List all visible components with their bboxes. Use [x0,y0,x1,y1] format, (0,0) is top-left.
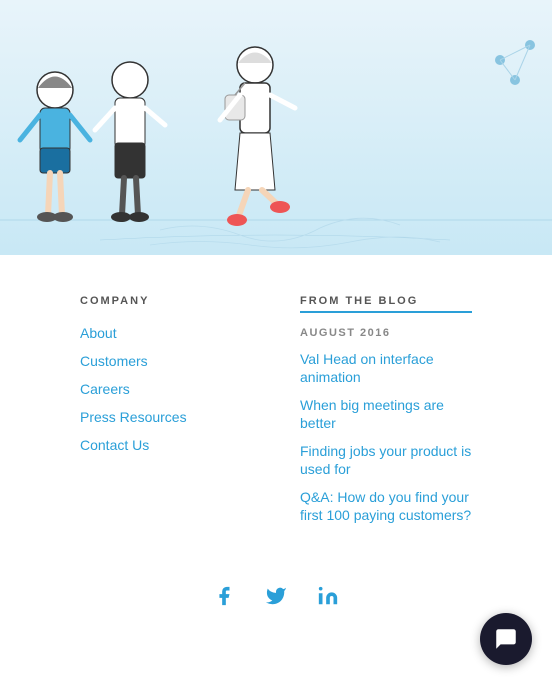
blog-date: AUGUST 2016 [300,327,472,339]
company-link[interactable]: Contact Us [80,437,149,453]
facebook-icon[interactable] [213,585,235,613]
linkedin-icon[interactable] [317,585,339,613]
blog-section-title: FROM THE BLOG [300,295,472,307]
blog-link[interactable]: Q&A: How do you find your first 100 payi… [300,489,471,523]
company-column: COMPANY About Customers Careers Press Resou… [80,295,240,525]
social-row [0,555,552,633]
company-links-list: About Customers Careers Press Resources Cont… [80,325,240,455]
footer-content: COMPANY About Customers Careers Press Resou… [0,255,552,555]
chat-button[interactable] [480,613,532,665]
blog-column: FROM THE BLOG AUGUST 2016 Val Head on in… [300,295,472,525]
company-link[interactable]: Customers [80,353,148,369]
blog-link[interactable]: Finding jobs your product is used for [300,443,471,477]
blog-links-list: Val Head on interface animation When big … [300,351,472,525]
company-link[interactable]: Careers [80,381,130,397]
company-section-title: COMPANY [80,295,240,307]
hero-illustration [0,0,552,255]
company-link[interactable]: About [80,325,117,341]
company-link[interactable]: Press Resources [80,409,187,425]
twitter-icon[interactable] [265,585,287,613]
blog-link[interactable]: When big meetings are better [300,397,444,431]
blog-divider [300,311,472,313]
blog-link[interactable]: Val Head on interface animation [300,351,434,385]
